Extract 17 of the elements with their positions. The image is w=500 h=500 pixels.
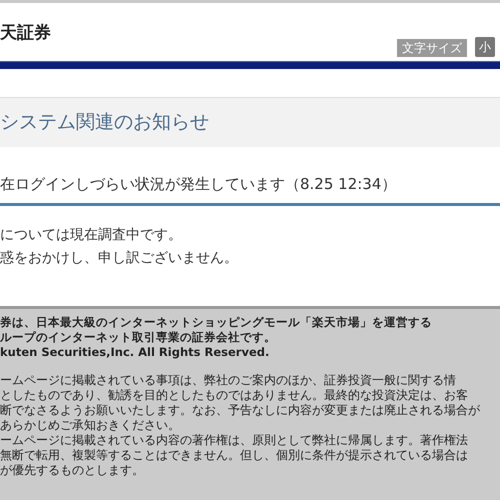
notice-headline: 在ログインしづらい状況が発生しています（8.25 12:34） — [0, 173, 500, 206]
disclaimer-text: 無断で転用、複製等することはできません。但し、個別に条件が提示されている場合は — [0, 448, 469, 462]
disclaimer-text: ームページに掲載されている内容の著作権は、原則として弊社に帰属します。著作権法 — [0, 432, 469, 448]
disclaimer-text: 断でなさるようお願いいたします。なお、予告なしに内容が変更または廃止される場合が — [0, 402, 481, 418]
disclaimer-text: ームページに掲載されている事項は、弊社のご案内のほか、証券投資一般に関する情 — [0, 372, 457, 388]
notice-text: については現在調査中です。 — [0, 226, 183, 244]
company-text: 券は、日本最大級のインターネットショッピングモール「楽天市場」を運営する — [0, 314, 433, 330]
notice-text: 惑をおかけし、申し訳ございません。 — [0, 248, 239, 268]
font-size-label: 文字サイズ — [397, 39, 467, 57]
logo-text: 天証券 — [0, 22, 51, 45]
font-size-button[interactable]: 小 — [475, 37, 495, 57]
company-text: ループのインターネット取引専業の証券会社です。 — [0, 330, 277, 344]
company-text: kuten Securities,Inc. All Rights Reserved. — [0, 344, 270, 360]
section-title: システム関連のお知らせ — [0, 111, 209, 133]
disclaimer-text: が優先するものとします。 — [0, 462, 145, 478]
disclaimer-text: あらかじめご承知おきください。 — [0, 418, 181, 432]
disclaimer-text: としたものであり、勧誘を目的としたものではありません。最終的な投資決定は、お客 — [0, 388, 469, 402]
